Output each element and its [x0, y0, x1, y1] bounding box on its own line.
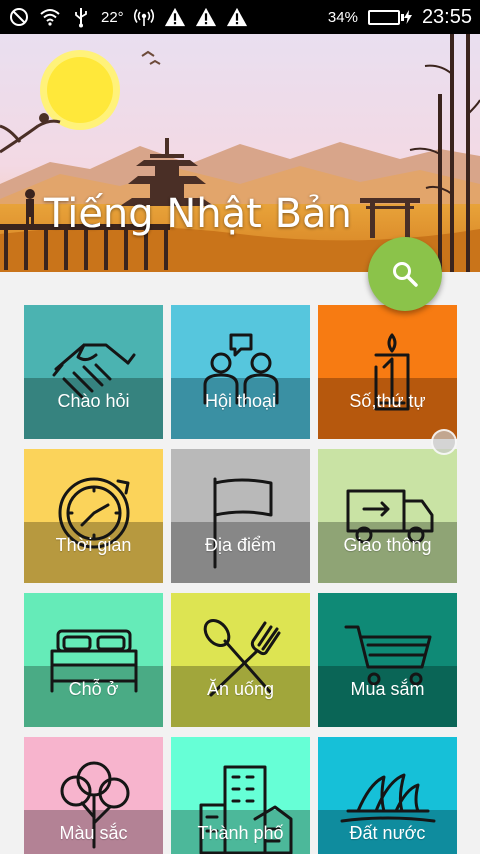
- category-label: Mua sắm: [350, 679, 425, 699]
- category-tile[interactable]: Đất nước: [318, 737, 457, 854]
- app-screen: 22° 34% 23:55 Tiếng Nhật Bản Chào hỏi Hộ…: [0, 0, 480, 854]
- category-tile[interactable]: Số,thứ tự: [318, 305, 457, 439]
- conversation-icon: [203, 333, 279, 405]
- floating-edge-handle[interactable]: [431, 429, 457, 455]
- category-tile[interactable]: Màu sắc: [24, 737, 163, 854]
- shopping-cart-icon: [344, 625, 432, 686]
- battery-icon: [367, 9, 412, 25]
- category-label: Chào hỏi: [57, 391, 130, 411]
- temperature-text: 22°: [101, 8, 124, 26]
- battery-percent: 34%: [327, 8, 358, 26]
- page-title: Tiếng Nhật Bản: [44, 191, 352, 237]
- warning-icon: [164, 6, 186, 28]
- charging-icon: [403, 10, 412, 24]
- category-tile[interactable]: Giao thông: [318, 449, 457, 583]
- category-label: Địa điểm: [204, 535, 277, 555]
- category-tile[interactable]: Hội thoại: [171, 305, 310, 439]
- warning-icon: [226, 6, 248, 28]
- category-label: Thời gian: [55, 535, 132, 555]
- truck-icon: [346, 489, 434, 544]
- category-label: Đất nước: [349, 823, 426, 843]
- status-bar: 22° 34% 23:55: [0, 0, 480, 34]
- category-label: Thành phố: [197, 823, 284, 843]
- fork-spoon-icon: [203, 618, 281, 697]
- category-label: Chỗ ở: [68, 679, 119, 699]
- category-label: Màu sắc: [59, 823, 128, 843]
- category-label: Số,thứ tự: [349, 391, 426, 411]
- handshake-icon: [52, 343, 136, 399]
- category-tile[interactable]: Thành phố: [171, 737, 310, 854]
- category-label: Giao thông: [343, 535, 432, 555]
- category-tile[interactable]: Chỗ ở: [24, 593, 163, 727]
- search-button[interactable]: [368, 237, 442, 311]
- number-one-icon: [374, 333, 410, 411]
- category-tile[interactable]: Thời gian: [24, 449, 163, 583]
- category-tile[interactable]: Ăn uống: [171, 593, 310, 727]
- category-label: Ăn uống: [206, 679, 275, 699]
- clock-icon: [58, 477, 130, 549]
- category-label: Hội thoại: [204, 391, 277, 411]
- usb-icon: [70, 6, 92, 28]
- no-sim-icon: [8, 6, 30, 28]
- hotspot-icon: [133, 6, 155, 28]
- flag-icon: [213, 477, 273, 569]
- bed-icon: [50, 629, 138, 693]
- category-tile[interactable]: Mua sắm: [318, 593, 457, 727]
- search-icon: [393, 262, 418, 287]
- wifi-icon: [39, 6, 61, 28]
- category-tile[interactable]: Chào hỏi: [24, 305, 163, 439]
- category-tile[interactable]: Địa điểm: [171, 449, 310, 583]
- clock: 23:55: [421, 5, 472, 28]
- warning-icon: [195, 6, 217, 28]
